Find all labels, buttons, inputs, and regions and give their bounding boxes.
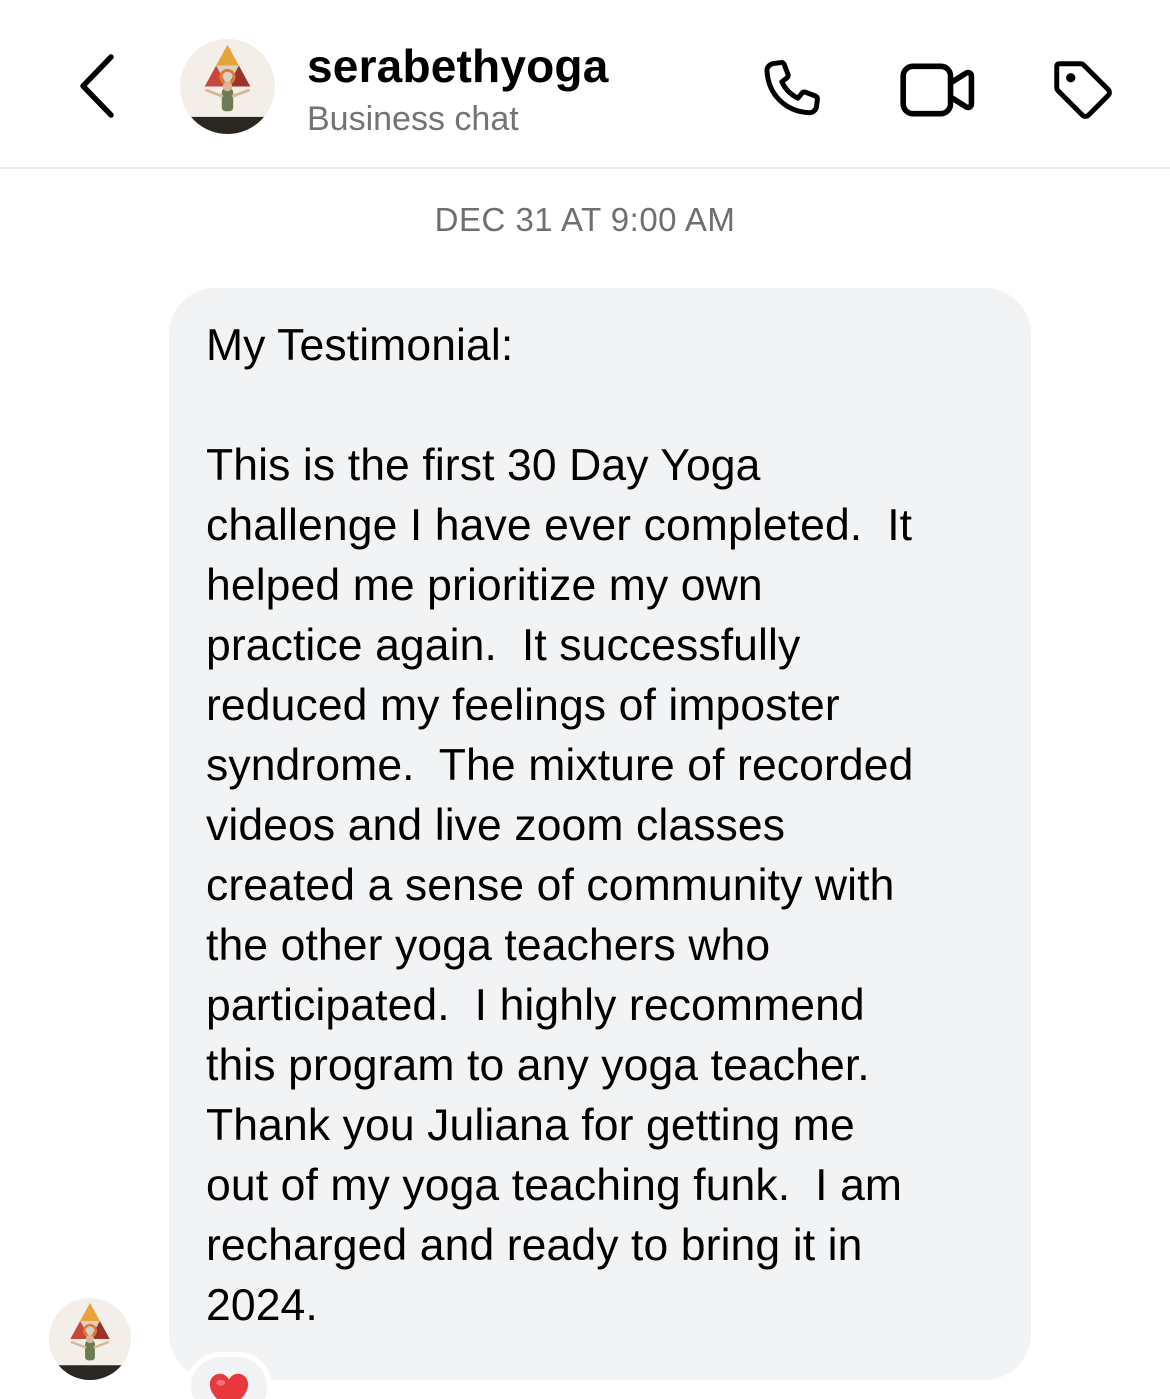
heart-reaction[interactable]: [186, 1352, 272, 1399]
chat-header: serabethyoga Business chat: [0, 0, 1170, 169]
message-heading: My Testimonial:: [206, 321, 514, 370]
message-line: created a sense of community with: [206, 861, 895, 910]
label-button[interactable]: [1040, 48, 1126, 132]
video-camera-icon: [900, 63, 975, 117]
message-line: participated. I highly recommend: [206, 981, 865, 1030]
message-line: recharged and ready to bring it in: [206, 1221, 863, 1270]
tag-icon: [1054, 61, 1112, 119]
message-bubble[interactable]: My Testimonial: This is the first 30 Day…: [169, 288, 1031, 1380]
yoga-triangle-logo-avatar: [49, 1298, 131, 1380]
phone-icon: [764, 60, 820, 116]
message-line: videos and live zoom classes: [206, 801, 786, 850]
message-line: reduced my feelings of imposter: [206, 681, 840, 730]
message-line: this program to any yoga teacher.: [206, 1041, 870, 1090]
chat-title[interactable]: serabethyoga Business chat: [307, 38, 609, 140]
heart-icon: [209, 1373, 249, 1399]
message-line: the other yoga teachers who: [206, 921, 771, 970]
sender-avatar[interactable]: [49, 1298, 131, 1380]
username: serabethyoga: [307, 40, 609, 92]
avatar[interactable]: [180, 39, 275, 134]
message-line: This is the first 30 Day Yoga: [206, 441, 761, 490]
video-call-button[interactable]: [893, 48, 983, 132]
message-line: syndrome. The mixture of recorded: [206, 741, 914, 790]
chevron-left-icon: [80, 54, 114, 118]
yoga-triangle-logo-avatar: [180, 39, 275, 134]
message-line: challenge I have ever completed. It: [206, 501, 913, 550]
message-line: Thank you Juliana for getting me: [206, 1101, 855, 1150]
message-line: practice again. It successfully: [206, 621, 801, 670]
message-text: My Testimonial: This is the first 30 Day…: [206, 316, 1001, 1336]
chat-screen: serabethyoga Business chat DEC 31 AT 9:0…: [0, 0, 1170, 1399]
chat-type-label: Business chat: [307, 100, 519, 138]
message-line: out of my yoga teaching funk. I am: [206, 1161, 903, 1210]
message-line: helped me prioritize my own: [206, 561, 763, 610]
message-timestamp: DEC 31 AT 9:00 AM: [434, 201, 736, 238]
back-button[interactable]: [62, 46, 132, 126]
audio-call-button[interactable]: [748, 48, 832, 132]
message-line: 2024.: [206, 1281, 318, 1330]
